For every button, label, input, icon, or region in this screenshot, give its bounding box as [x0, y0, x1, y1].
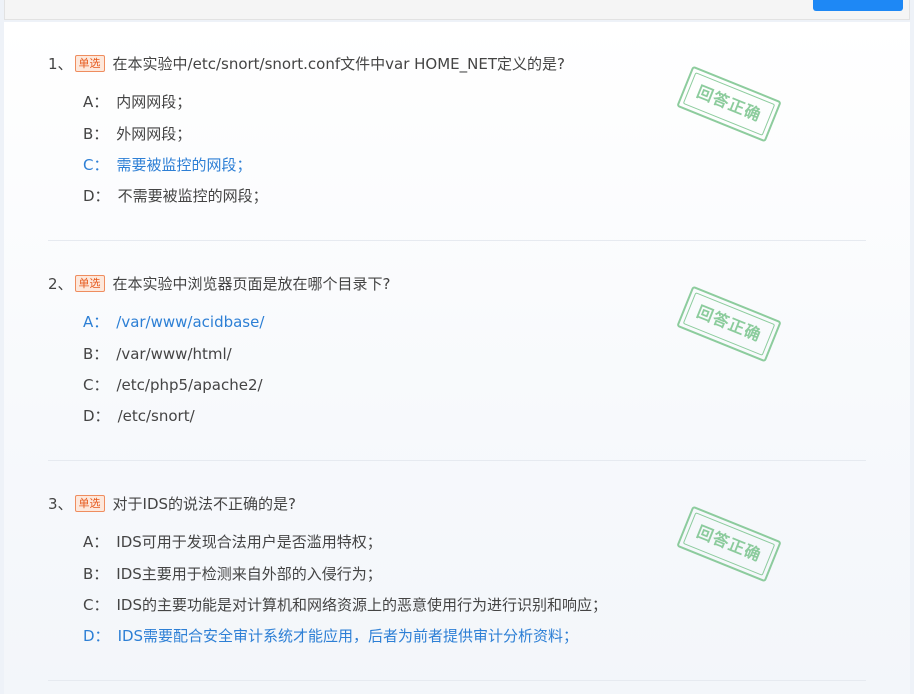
single-choice-badge: 单选	[74, 275, 105, 292]
question-header: 2、 单选 在本实验中浏览器页面是放在哪个目录下?	[48, 272, 391, 296]
option-d[interactable]: D： IDS需要配合安全审计系统才能应用，后者为前者提供审计分析资料；	[83, 625, 578, 647]
answer-correct-stamp: 回答正确	[676, 65, 782, 143]
option-a[interactable]: A： 内网网段；	[83, 91, 191, 113]
option-b[interactable]: B： IDS主要用于检测来自外部的入侵行为；	[83, 563, 382, 585]
option-c[interactable]: C：/etc/php5/apache2/	[83, 374, 263, 396]
answer-correct-stamp: 回答正确	[676, 505, 782, 583]
question-text: 在本实验中/etc/snort/snort.conf文件中var HOME_NE…	[112, 55, 565, 73]
option-c[interactable]: C： IDS的主要功能是对计算机和网络资源上的恶意使用行为进行识别和响应；	[83, 594, 607, 616]
answer-correct-stamp: 回答正确	[676, 285, 782, 363]
question-number: 1、	[48, 55, 73, 73]
option-b[interactable]: B：/var/www/html/	[83, 343, 232, 365]
option-a[interactable]: A：/var/www/acidbase/	[83, 311, 264, 333]
option-b[interactable]: B： 外网网段；	[83, 123, 191, 145]
top-toolbar	[4, 0, 910, 20]
divider	[48, 460, 866, 461]
option-d[interactable]: D：/etc/snort/	[83, 405, 195, 427]
single-choice-badge: 单选	[74, 55, 105, 72]
quiz-content: 1、 单选 在本实验中/etc/snort/snort.conf文件中var HOM…	[4, 22, 910, 694]
question-header: 3、 单选 对于IDS的说法不正确的是?	[48, 492, 296, 516]
question-number: 2、	[48, 275, 73, 293]
question-header: 1、 单选 在本实验中/etc/snort/snort.conf文件中var HOM…	[48, 52, 565, 76]
divider	[48, 680, 866, 681]
option-a[interactable]: A： IDS可用于发现合法用户是否滥用特权；	[83, 531, 382, 553]
submit-button[interactable]	[813, 0, 903, 11]
single-choice-badge: 单选	[74, 495, 105, 512]
option-c[interactable]: C： 需要被监控的网段；	[83, 154, 252, 176]
divider	[48, 240, 866, 241]
question-number: 3、	[48, 495, 73, 513]
question-text: 对于IDS的说法不正确的是?	[112, 495, 297, 513]
option-d[interactable]: D： 不需要被监控的网段；	[83, 185, 268, 207]
question-text: 在本实验中浏览器页面是放在哪个目录下?	[112, 275, 391, 293]
